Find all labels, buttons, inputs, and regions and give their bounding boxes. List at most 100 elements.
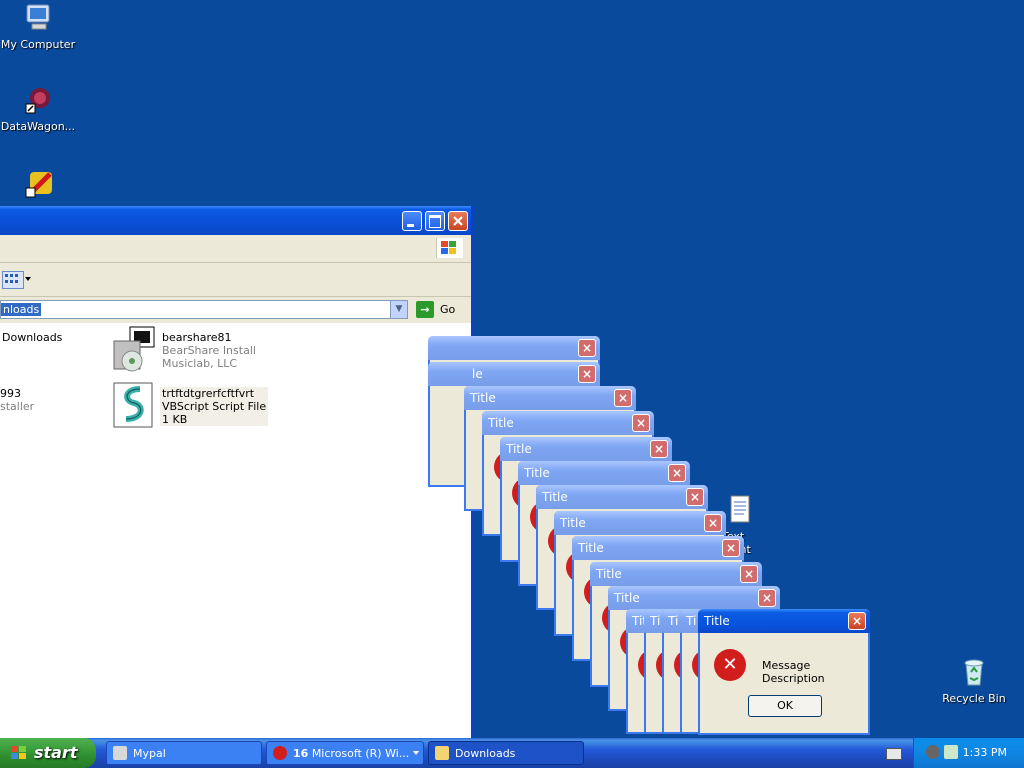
go-arrow-icon: → — [416, 301, 434, 318]
toolbar — [0, 263, 471, 297]
volume-icon[interactable] — [944, 745, 958, 759]
dialog-titlebar[interactable]: Title × — [500, 437, 672, 461]
task-label: Mypal — [133, 747, 166, 760]
notepad-icon — [724, 494, 756, 526]
close-icon — [453, 216, 463, 226]
list-item[interactable]: trtftdtgrerfcftfvrt VBScript Script File… — [160, 387, 269, 426]
task-label: Microsoft (R) Wi... — [311, 747, 410, 760]
dialog-titlebar[interactable]: Title × — [698, 609, 870, 633]
dialog-title: Title — [578, 541, 604, 555]
dialog-title: Ti — [668, 614, 679, 628]
computer-icon — [22, 2, 54, 34]
explorer-titlebar[interactable] — [0, 206, 471, 235]
list-item[interactable]: Downloads — [2, 331, 62, 344]
close-button[interactable] — [448, 211, 468, 231]
windows-logo-icon — [436, 238, 463, 258]
taskbar: start Mypal 16 Microsoft (R) Wi... Downl… — [0, 738, 1024, 768]
dialog-title: Title — [488, 416, 514, 430]
installer-icon[interactable] — [110, 325, 155, 372]
clock[interactable]: 1:33 PM — [963, 746, 1007, 759]
start-label: start — [34, 743, 78, 762]
folder-icon — [435, 746, 449, 760]
views-icon[interactable] — [2, 271, 24, 289]
desktop-icon-label: DataWagon... — [0, 120, 76, 133]
dialog-close-button[interactable]: × — [614, 389, 632, 407]
dialog-close-button[interactable]: × — [632, 414, 650, 432]
dialog-title: Title — [560, 516, 586, 530]
dialog-titlebar[interactable]: × — [428, 336, 600, 360]
dialog-title: Title — [614, 591, 640, 605]
menu-bar — [0, 235, 471, 263]
shortcut-app-icon — [22, 168, 54, 200]
message-dialog-front[interactable]: Title × ✕ Message Description OK — [698, 609, 870, 735]
desktop-icon-label: My Computer — [0, 38, 76, 51]
taskbar-item-downloads[interactable]: Downloads — [428, 741, 584, 765]
dialog-close-button[interactable]: × — [704, 514, 722, 532]
explorer-window[interactable]: nloads ▼ → Go Downloads bearshare81 Bear… — [0, 206, 473, 742]
dialog-titlebar[interactable]: Title × — [536, 485, 708, 509]
network-icon[interactable] — [926, 745, 940, 759]
address-input[interactable]: nloads ▼ — [0, 300, 408, 319]
file-type: BearShare Install — [162, 344, 256, 357]
datawagon-icon — [22, 84, 54, 116]
dialog-titlebar[interactable]: Title × — [518, 461, 690, 485]
start-button[interactable]: start — [0, 738, 96, 768]
desktop-icon-shortcut[interactable] — [0, 168, 78, 204]
dialog-message: Message Description — [762, 659, 825, 685]
dialog-titlebar[interactable]: Title × — [608, 586, 780, 610]
dialog-title: Title — [524, 466, 550, 480]
dialog-titlebar[interactable]: Title × — [572, 536, 744, 560]
vbscript-file-icon[interactable] — [112, 381, 154, 428]
dialog-titlebar[interactable]: Title × — [590, 562, 762, 586]
list-item[interactable]: bearshare81 BearShare Install Musiclab, … — [162, 331, 256, 370]
dialog-titlebar[interactable]: Title × — [554, 511, 726, 535]
desktop-icon-recycle-bin[interactable]: Recycle Bin — [934, 656, 1014, 705]
address-text: nloads — [1, 303, 42, 316]
list-item[interactable]: 993 staller — [0, 387, 34, 413]
windows-flag-icon — [11, 746, 26, 759]
file-type: staller — [0, 400, 35, 413]
system-tray: 1:33 PM — [913, 738, 1024, 768]
dialog-title: le — [472, 367, 483, 381]
error-icon: ✕ — [714, 649, 746, 681]
dialog-titlebar[interactable]: Title × — [464, 386, 636, 410]
minimize-button[interactable] — [402, 211, 422, 231]
mypal-icon — [113, 746, 127, 760]
group-dropdown-icon[interactable] — [413, 751, 419, 755]
dialog-close-button[interactable]: × — [686, 488, 704, 506]
task-count: 16 — [293, 747, 309, 760]
dialog-close-button[interactable]: × — [758, 589, 776, 607]
views-dropdown-icon[interactable] — [25, 277, 31, 281]
desktop-icon-my-computer[interactable]: My Computer — [0, 2, 78, 51]
ok-button[interactable]: OK — [748, 695, 822, 717]
dialog-close-button[interactable]: × — [848, 612, 866, 630]
maximize-icon — [429, 215, 441, 228]
maximize-button[interactable] — [425, 211, 445, 231]
dialog-close-button[interactable]: × — [740, 565, 758, 583]
taskbar-item-mypal[interactable]: Mypal — [106, 741, 262, 765]
dialog-close-button[interactable]: × — [578, 365, 596, 383]
dialog-titlebar[interactable]: le × — [428, 362, 600, 386]
file-type: VBScript Script File — [162, 400, 267, 413]
dialog-title: Title — [704, 614, 730, 628]
file-name: trtftdtgrerfcftfvrt — [162, 387, 255, 400]
address-dropdown-button[interactable]: ▼ — [390, 301, 407, 318]
dialog-close-button[interactable]: × — [578, 339, 596, 357]
error-app-icon — [273, 746, 287, 760]
dialog-titlebar[interactable]: Title × — [482, 411, 654, 435]
dialog-close-button[interactable]: × — [668, 464, 686, 482]
dialog-title: Ti — [650, 614, 661, 628]
dialog-title: Title — [596, 567, 622, 581]
go-button[interactable]: → Go — [416, 300, 462, 320]
recycle-bin-icon — [958, 656, 990, 688]
task-label-group: 16 Microsoft (R) Wi... — [293, 747, 409, 760]
file-name: bearshare81 — [162, 331, 232, 344]
file-name: Downloads — [2, 331, 63, 344]
dialog-close-button[interactable]: × — [722, 539, 740, 557]
taskbar-item-microsoft-group[interactable]: 16 Microsoft (R) Wi... — [266, 741, 424, 765]
keyboard-icon[interactable] — [886, 748, 902, 760]
dialog-close-button[interactable]: × — [650, 440, 668, 458]
desktop-icon-datawagon[interactable]: DataWagon... — [0, 84, 78, 133]
file-name: 993 — [0, 387, 21, 400]
dialog-title: Title — [470, 391, 496, 405]
